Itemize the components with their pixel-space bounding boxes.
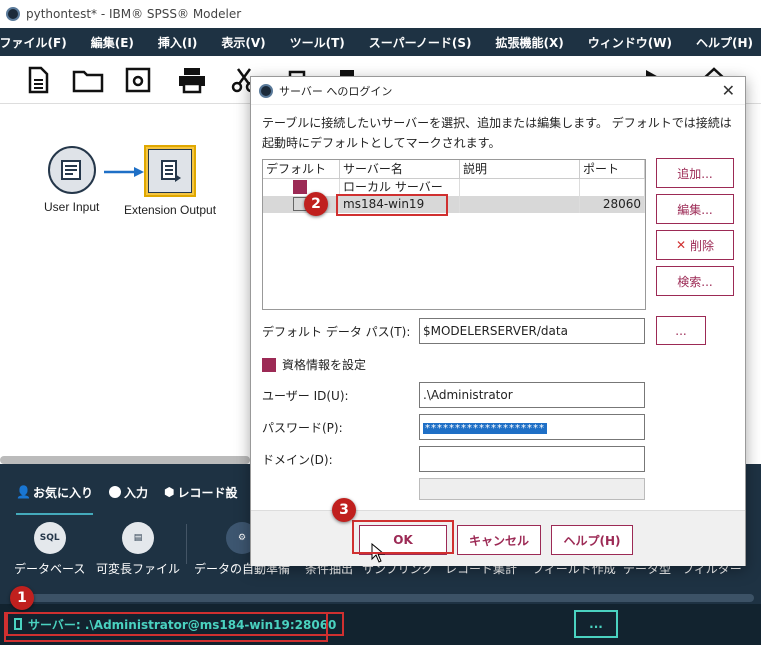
disabled-field <box>419 478 645 500</box>
palette-item-varfile[interactable]: ▤ 可変長ファイル <box>96 516 180 577</box>
hexagon-icon: ⬢ <box>163 485 175 499</box>
database-icon: SQL <box>33 522 66 554</box>
palette-tabs: 👤 お気に入り 入力 ⬢ レコード設 <box>0 472 238 515</box>
annotation-badge-2: 2 <box>304 192 328 216</box>
open-folder-icon[interactable] <box>72 66 104 94</box>
node-user-input[interactable]: User Input <box>44 146 99 214</box>
file-icon: ▤ <box>122 522 154 554</box>
menu-edit[interactable]: 編集(E) <box>91 34 134 51</box>
tab-label: お気に入り <box>32 485 93 500</box>
delete-x-icon: ✕ <box>675 238 687 252</box>
circle-icon <box>108 486 121 498</box>
menu-extensions[interactable]: 拡張機能(X) <box>496 34 564 51</box>
credentials-label: 資格情報を設定 <box>282 358 367 372</box>
port-cell <box>580 179 645 196</box>
palette-divider <box>186 524 187 564</box>
menu-bar: ファイル(F) 編集(E) 挿入(I) 表示(V) ツール(T) スーパーノード… <box>0 28 761 56</box>
tab-sources[interactable]: 入力 <box>108 484 148 501</box>
tab-record-ops[interactable]: ⬢ レコード設 <box>164 484 238 501</box>
edit-button[interactable]: 編集... <box>656 194 734 224</box>
menu-view[interactable]: 表示(V) <box>221 34 265 51</box>
palette-item-label: 可変長ファイル <box>96 562 181 576</box>
person-icon: 👤 <box>16 485 31 499</box>
server-login-dialog: サーバー へのログイン ✕ テーブルに接続したいサーバーを選択、追加または編集し… <box>250 76 746 566</box>
default-checkbox[interactable] <box>293 180 307 194</box>
extension-output-icon <box>148 149 193 193</box>
menu-file[interactable]: ファイル(F) <box>0 34 67 51</box>
credentials-checkbox[interactable] <box>262 358 276 372</box>
palette-item-database[interactable]: SQL データベース <box>14 516 85 577</box>
annotation-box-2 <box>336 194 448 216</box>
table-header: デフォルト サーバー名 説明 ポート <box>263 160 645 179</box>
node-label: User Input <box>44 200 100 214</box>
column-header: ポート <box>580 160 645 178</box>
password-label: パスワード(P): <box>262 421 343 435</box>
palette-item-label: データベース <box>14 562 86 576</box>
user-id-label: ユーザー ID(U): <box>262 389 349 403</box>
browse-button[interactable]: ... <box>656 316 706 345</box>
default-cell <box>263 196 340 213</box>
dialog-titlebar: サーバー へのログイン <box>251 77 745 105</box>
dialog-description: テーブルに接続したいサーバーを選択、追加または編集します。 デフォルトでは接続は… <box>262 116 732 150</box>
server-table: デフォルト サーバー名 説明 ポート ローカル サーバー ms184-win19… <box>262 159 646 310</box>
user-input-icon <box>47 146 96 194</box>
annotation-box-1 <box>4 612 328 642</box>
menu-supernode[interactable]: スーパーノード(S) <box>369 34 472 51</box>
description-cell <box>460 196 580 213</box>
add-button[interactable]: 追加... <box>656 158 734 188</box>
default-path-field[interactable]: $MODELERSERVER/data <box>419 318 645 344</box>
credentials-row: 資格情報を設定 <box>262 356 366 373</box>
password-field[interactable]: ******************** <box>419 414 645 440</box>
menu-tools[interactable]: ツール(T) <box>290 34 345 51</box>
description-cell <box>460 179 580 196</box>
app-icon <box>6 7 20 21</box>
dialog-footer: OK キャンセル ヘルプ(H) <box>251 510 745 566</box>
menu-insert[interactable]: 挿入(I) <box>158 34 197 51</box>
column-header: サーバー名 <box>340 160 460 178</box>
tab-favorites[interactable]: 👤 お気に入り <box>16 484 93 515</box>
delete-button[interactable]: ✕ 削除 <box>656 230 734 260</box>
node-label: Extension Output <box>124 203 217 217</box>
default-cell <box>263 179 340 196</box>
node-selection-highlight <box>144 145 197 197</box>
annotation-badge-3: 3 <box>332 498 356 522</box>
menu-help[interactable]: ヘルプ(H) <box>696 34 753 51</box>
delete-label: 削除 <box>690 238 715 253</box>
tab-label: 入力 <box>123 485 148 500</box>
palette-scrollbar[interactable] <box>14 594 754 602</box>
default-path-label: デフォルト データ パス(T): <box>262 325 411 339</box>
password-mask: ******************** <box>423 423 547 434</box>
status-more-button[interactable]: ... <box>574 610 618 638</box>
column-header: 説明 <box>460 160 580 178</box>
close-icon[interactable]: ✕ <box>722 81 735 100</box>
node-extension-output[interactable]: Extension Output <box>124 145 216 217</box>
app-icon <box>259 83 273 98</box>
canvas-scrollbar[interactable] <box>0 456 250 464</box>
domain-label: ドメイン(D): <box>262 453 333 467</box>
annotation-badge-1: 1 <box>10 586 34 610</box>
annotation-box-3 <box>352 520 454 554</box>
print-icon[interactable] <box>176 66 208 94</box>
port-cell: 28060 <box>580 196 645 213</box>
save-icon[interactable] <box>124 66 152 94</box>
window-titlebar: pythontest* - IBM® SPSS® Modeler <box>0 0 761 28</box>
new-file-icon[interactable] <box>24 66 52 94</box>
window-title: pythontest* - IBM® SPSS® Modeler <box>26 7 242 21</box>
domain-field[interactable] <box>419 446 645 472</box>
user-id-field[interactable]: .\Administrator <box>419 382 645 408</box>
column-header: デフォルト <box>263 160 340 178</box>
dialog-title: サーバー へのログイン <box>279 84 393 98</box>
search-button[interactable]: 検索... <box>656 266 734 296</box>
cancel-button[interactable]: キャンセル <box>457 525 541 555</box>
help-button[interactable]: ヘルプ(H) <box>551 525 633 555</box>
menu-window[interactable]: ウィンドウ(W) <box>588 34 672 51</box>
tab-label: レコード設 <box>177 485 238 500</box>
